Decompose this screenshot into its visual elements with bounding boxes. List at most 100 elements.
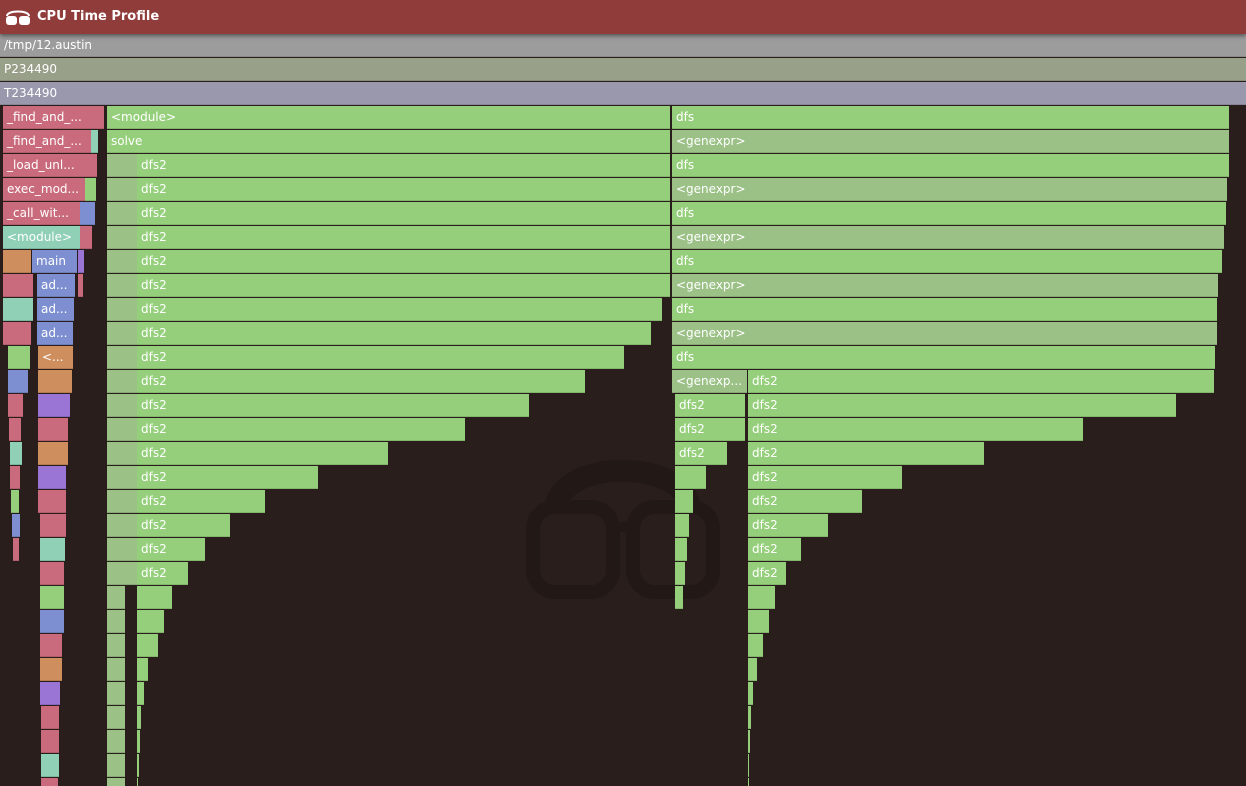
flame-frame[interactable] — [748, 778, 749, 786]
frame-dfs2[interactable]: dfs2 — [137, 418, 465, 441]
frame-dfs2[interactable]: dfs2 — [137, 250, 670, 273]
flame-frame[interactable] — [107, 370, 137, 393]
flame-frame[interactable] — [107, 682, 125, 705]
flame-frame[interactable] — [11, 490, 19, 513]
frame-dfs2[interactable]: dfs2 — [748, 490, 862, 513]
flame-frame[interactable] — [38, 370, 72, 393]
flame-frame[interactable] — [107, 346, 137, 369]
frame-ad[interactable]: ad... — [37, 298, 74, 321]
frame-dfs2[interactable]: dfs2 — [137, 466, 318, 489]
frame-dfs2[interactable]: dfs2 — [748, 394, 1176, 417]
flame-frame[interactable] — [8, 346, 30, 369]
frame-dfs[interactable]: dfs — [672, 250, 1222, 273]
frame-main[interactable]: main — [32, 250, 77, 273]
frame-solve[interactable]: solve — [107, 130, 670, 153]
flame-frame[interactable] — [100, 106, 104, 129]
flame-frame[interactable] — [675, 586, 683, 609]
flame-frame[interactable] — [107, 730, 125, 753]
flame-frame[interactable] — [107, 322, 137, 345]
flame-frame[interactable] — [137, 634, 158, 657]
flame-frame[interactable] — [107, 658, 125, 681]
flame-frame[interactable] — [80, 226, 92, 249]
frame-dfs2[interactable]: dfs2 — [748, 538, 801, 561]
flame-frame[interactable] — [88, 154, 97, 177]
flame-frame[interactable] — [107, 538, 137, 561]
frame-dfs2[interactable]: dfs2 — [675, 418, 745, 441]
frame-dfs2[interactable]: dfs2 — [137, 370, 585, 393]
frame-dfs2[interactable]: dfs2 — [137, 154, 670, 177]
flame-frame[interactable] — [38, 394, 70, 417]
flame-frame[interactable] — [137, 658, 148, 681]
frame-dfs2[interactable]: dfs2 — [137, 298, 662, 321]
flame-frame[interactable] — [137, 682, 144, 705]
frame-dfs[interactable]: dfs — [672, 346, 1215, 369]
flame-frame[interactable] — [748, 682, 753, 705]
frame-dfs2[interactable]: dfs2 — [675, 394, 745, 417]
flame-frame[interactable] — [3, 250, 31, 273]
flame-frame[interactable] — [107, 706, 125, 729]
flame-frame[interactable] — [107, 634, 125, 657]
flame-frame[interactable] — [748, 730, 750, 753]
flame-frame[interactable] — [137, 754, 139, 777]
flame-frame[interactable] — [107, 778, 125, 786]
flame-frame[interactable] — [10, 442, 22, 465]
flame-frame[interactable] — [3, 298, 33, 321]
frame-ad[interactable]: ad... — [37, 274, 75, 297]
frame-dfs2[interactable]: dfs2 — [748, 562, 786, 585]
frame-file-root[interactable]: /tmp/12.austin — [0, 34, 1246, 57]
flame-frame[interactable] — [107, 154, 137, 177]
flame-frame[interactable] — [13, 538, 19, 561]
frame-dfs2[interactable]: dfs2 — [675, 442, 727, 465]
flame-frame[interactable] — [107, 274, 137, 297]
frame-find2[interactable]: _find_and_... — [3, 130, 91, 153]
flame-frame[interactable] — [675, 490, 693, 513]
flame-frame[interactable] — [78, 250, 84, 273]
frame-find1[interactable]: _find_and_... — [3, 106, 92, 129]
flame-frame[interactable] — [675, 538, 687, 561]
flame-frame[interactable] — [107, 754, 125, 777]
flame-frame[interactable] — [41, 778, 58, 786]
frame-process[interactable]: P234490 — [0, 58, 1246, 81]
flame-frame[interactable] — [748, 634, 763, 657]
flame-frame[interactable] — [12, 514, 20, 537]
frame-lt[interactable]: <... — [38, 346, 73, 369]
flame-frame[interactable] — [41, 754, 59, 777]
flame-frame[interactable] — [137, 730, 140, 753]
frame-dfs2[interactable]: dfs2 — [137, 490, 265, 513]
flame-frame[interactable] — [675, 466, 706, 489]
flame-frame[interactable] — [748, 610, 769, 633]
flame-frame[interactable] — [748, 706, 751, 729]
flame-frame[interactable] — [38, 466, 66, 489]
flame-frame[interactable] — [675, 514, 689, 537]
flame-frame[interactable] — [40, 658, 62, 681]
frame-dfs2[interactable]: dfs2 — [137, 394, 529, 417]
frame-genexpr[interactable]: <genexpr> — [672, 322, 1217, 345]
frame-dfs2[interactable]: dfs2 — [748, 418, 1083, 441]
flame-frame[interactable] — [38, 490, 66, 513]
frame-dfs2[interactable]: dfs2 — [748, 442, 984, 465]
frame-genexpr[interactable]: <genexpr> — [672, 274, 1218, 297]
frame-module_small[interactable]: <module> — [3, 226, 80, 249]
frame-dfs2[interactable]: dfs2 — [748, 370, 1214, 393]
frame-genexpr[interactable]: <genexpr> — [672, 178, 1227, 201]
flame-frame[interactable] — [137, 778, 138, 786]
flame-frame[interactable] — [107, 514, 137, 537]
frame-call[interactable]: _call_wit... — [3, 202, 80, 225]
frame-genexpr[interactable]: <genexpr> — [672, 130, 1229, 153]
flame-frame[interactable] — [137, 586, 172, 609]
flame-frame[interactable] — [40, 610, 64, 633]
flame-frame[interactable] — [748, 754, 749, 777]
flame-graph[interactable]: /tmp/12.austin P234490 T234490 _find_and_..… — [0, 34, 1246, 786]
flame-frame[interactable] — [91, 130, 98, 153]
frame-load[interactable]: _load_unl... — [3, 154, 88, 177]
flame-frame[interactable] — [107, 202, 137, 225]
flame-frame[interactable] — [3, 322, 31, 345]
frame-dfs[interactable]: dfs — [672, 106, 1229, 129]
flame-frame[interactable] — [38, 418, 68, 441]
flame-frame[interactable] — [137, 706, 141, 729]
flame-frame[interactable] — [107, 226, 137, 249]
flame-frame[interactable] — [107, 466, 137, 489]
frame-dfs2[interactable]: dfs2 — [137, 178, 670, 201]
flame-frame[interactable] — [38, 442, 68, 465]
frame-dfs2[interactable]: dfs2 — [137, 538, 205, 561]
